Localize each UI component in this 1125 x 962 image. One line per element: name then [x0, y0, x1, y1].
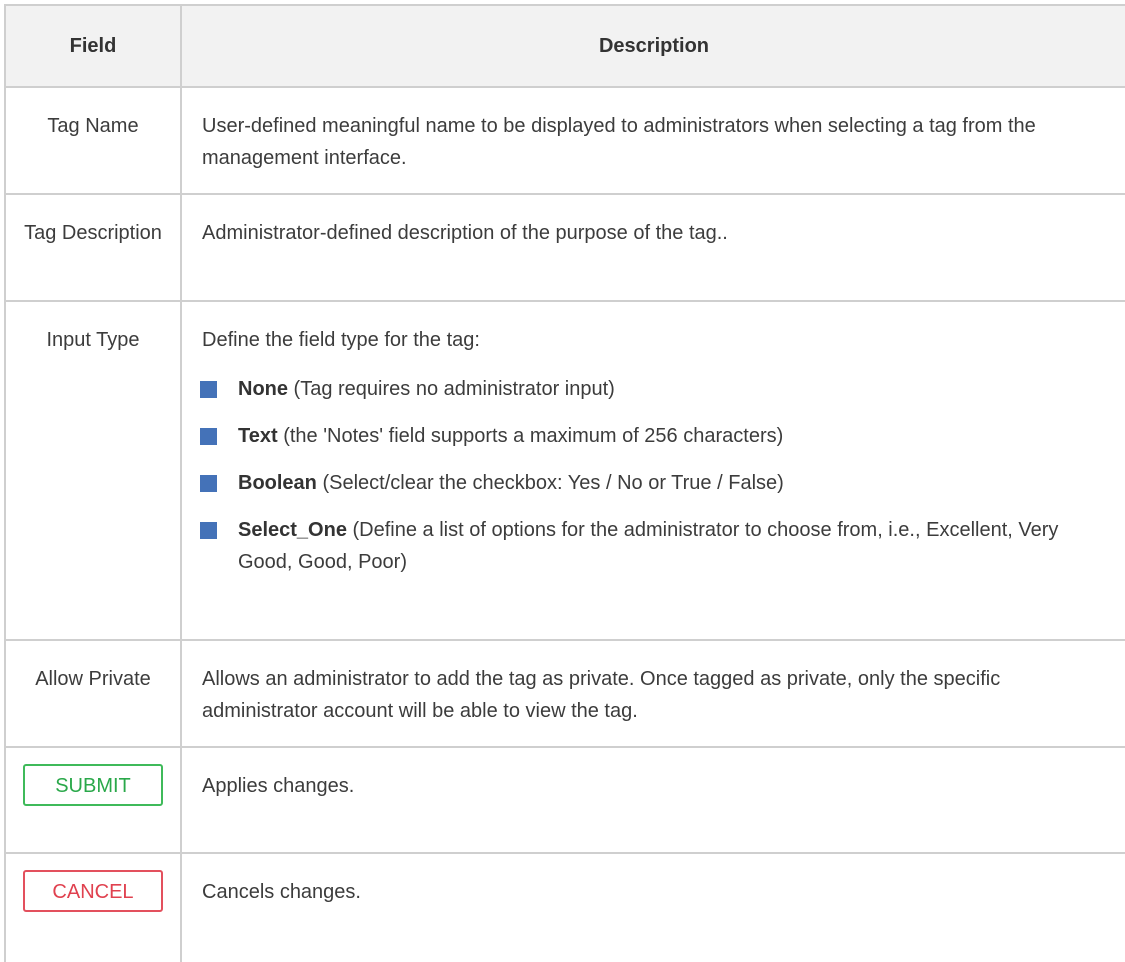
square-bullet-icon [200, 381, 217, 398]
field-allow-private: Allow Private [4, 639, 182, 748]
option-term: None [238, 378, 288, 400]
input-type-options-list: None (Tag requires no administrator inpu… [200, 373, 1106, 578]
header-field: Field [4, 4, 182, 88]
option-detail: (Select/clear the checkbox: Yes / No or … [316, 472, 784, 494]
description-input-type: Define the field type for the tag: None … [180, 300, 1125, 641]
square-bullet-icon [200, 428, 217, 445]
field-submit: SUBMIT [4, 746, 182, 854]
description-tag-description: Administrator-defined description of the… [180, 193, 1125, 302]
option-detail: (Tag requires no administrator input) [288, 378, 615, 400]
field-input-type: Input Type [4, 300, 182, 641]
list-item-none: None (Tag requires no administrator inpu… [200, 373, 1106, 405]
cancel-button[interactable]: CANCEL [23, 870, 163, 912]
square-bullet-icon [200, 522, 217, 539]
table-row-tag-name: Tag Name User-defined meaningful name to… [4, 86, 1125, 195]
field-tag-name: Tag Name [4, 86, 182, 195]
list-item-boolean: Boolean (Select/clear the checkbox: Yes … [200, 467, 1106, 499]
field-cancel: CANCEL [4, 852, 182, 962]
list-item-select-one: Select_One (Define a list of options for… [200, 514, 1106, 578]
table-row-allow-private: Allow Private Allows an administrator to… [4, 639, 1125, 748]
option-term: Text [238, 425, 278, 447]
table-row-tag-description: Tag Description Administrator-defined de… [4, 193, 1125, 302]
table-row-cancel: CANCEL Cancels changes. [4, 852, 1125, 962]
description-submit: Applies changes. [180, 746, 1125, 854]
option-detail: (the 'Notes' field supports a maximum of… [277, 425, 784, 447]
description-allow-private: Allows an administrator to add the tag a… [180, 639, 1125, 748]
description-tag-name: User-defined meaningful name to be displ… [180, 86, 1125, 195]
field-tag-description: Tag Description [4, 193, 182, 302]
list-item-text: Text (the 'Notes' field supports a maxim… [200, 420, 1106, 452]
option-detail: (Define a list of options for the admini… [238, 519, 1059, 573]
header-description: Description [180, 4, 1125, 88]
square-bullet-icon [200, 475, 217, 492]
submit-button[interactable]: SUBMIT [23, 764, 163, 806]
description-cancel: Cancels changes. [180, 852, 1125, 962]
table-header-row: Field Description [4, 4, 1125, 88]
table-row-input-type: Input Type Define the field type for the… [4, 300, 1125, 641]
table-row-submit: SUBMIT Applies changes. [4, 746, 1125, 854]
field-description-table: Field Description Tag Name User-defined … [4, 4, 1125, 962]
option-term: Boolean [238, 472, 317, 494]
option-term: Select_One [238, 519, 347, 541]
input-type-intro: Define the field type for the tag: [202, 329, 480, 351]
